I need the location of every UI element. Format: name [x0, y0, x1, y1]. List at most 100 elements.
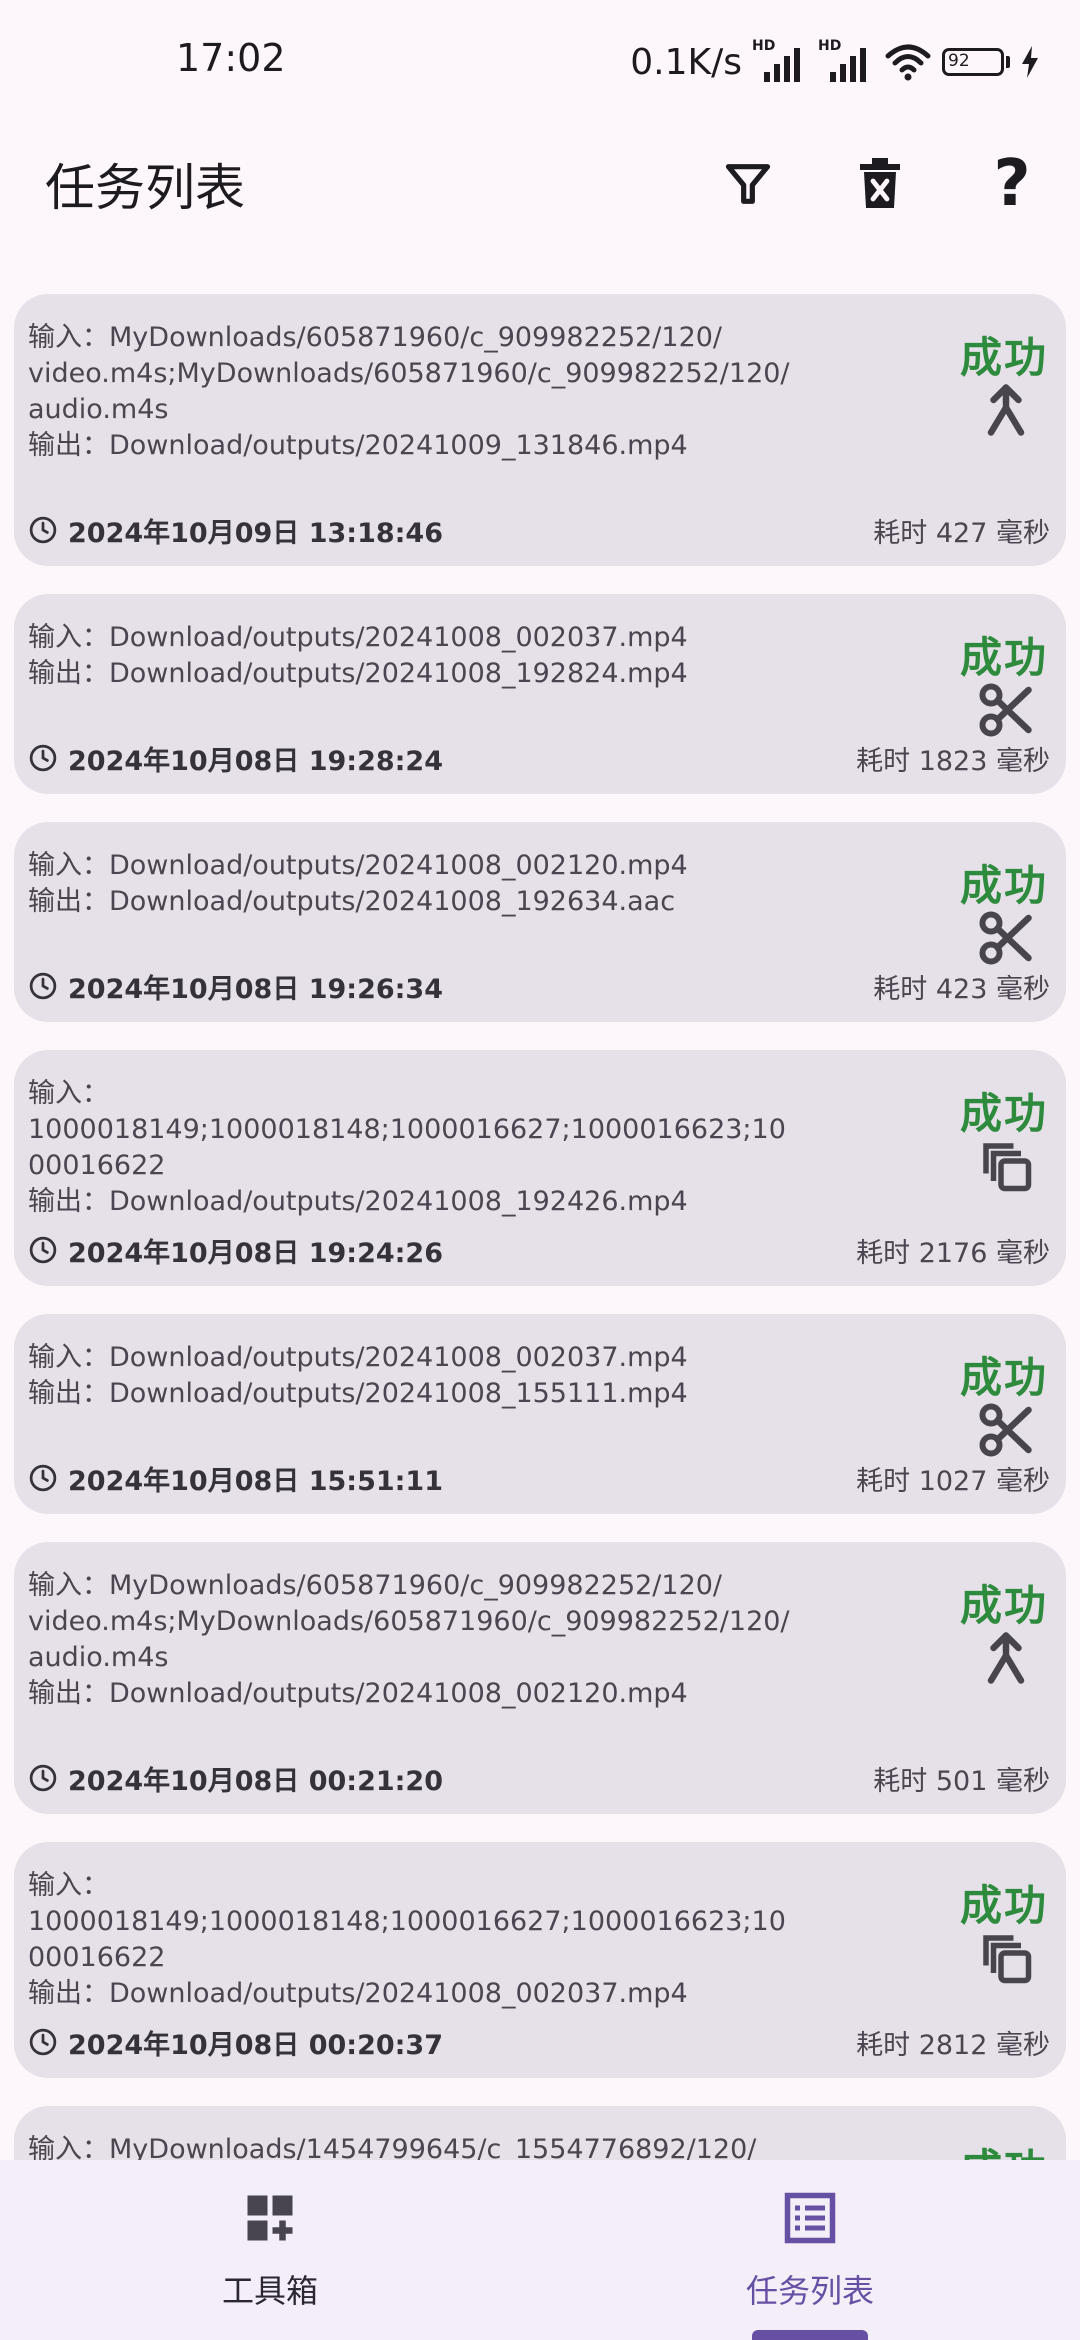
task-status-badge: 成功 [959, 1881, 1048, 1930]
status-bar: 17:02 0.1K/s HD HD 92 [0, 0, 1080, 124]
task-card[interactable]: 输入：Download/outputs/20241008_002037.mp4 输… [14, 594, 1066, 794]
copy-icon [976, 1136, 1036, 1196]
task-duration: 耗时 2812 毫秒 [856, 2029, 1050, 2061]
task-io-text: 输入：1000018149;1000018148;1000016627;1000… [28, 1076, 828, 1220]
clock-icon [29, 2028, 57, 2056]
task-timestamp: 2024年10月08日 19:26:34 [68, 973, 444, 1005]
task-duration: 耗时 1027 毫秒 [856, 1465, 1050, 1497]
task-duration: 耗时 423 毫秒 [873, 973, 1050, 1005]
task-line: video.m4s;MyDownloads/605871960/c_909982… [28, 358, 790, 389]
task-line: 输入：Download/outputs/20241008_002037.mp4 [28, 622, 688, 653]
task-io-text: 输入：1000018149;1000018148;1000016627;1000… [28, 1868, 828, 2012]
wifi-icon [885, 44, 931, 81]
task-line: 输入：Download/outputs/20241008_002037.mp4 [28, 1342, 688, 1373]
nav-label-task-list: 任务列表 [745, 2272, 874, 2310]
task-line: 输入：MyDownloads/605871960/c_909982252/120… [28, 1570, 723, 1601]
task-line: 输出：Download/outputs/20241008_002120.mp4 [28, 1678, 688, 1709]
task-card[interactable]: 输入：MyDownloads/605871960/c_909982252/120… [14, 1542, 1066, 1814]
scissors-icon [976, 908, 1036, 968]
task-card[interactable]: 输入：1000018149;1000018148;1000016627;1000… [14, 1842, 1066, 2078]
task-line: video.m4s;MyDownloads/605871960/c_909982… [28, 1606, 790, 1637]
status-time: 17:02 [176, 36, 286, 80]
delete-all-icon [860, 158, 900, 208]
clock-icon [29, 1236, 57, 1264]
task-line: audio.m4s [28, 394, 169, 425]
filter-icon [725, 164, 771, 204]
nav-label-toolbox: 工具箱 [221, 2272, 318, 2310]
task-line: 输入：MyDownloads/605871960/c_909982252/120… [28, 322, 723, 353]
task-duration: 耗时 2176 毫秒 [856, 1237, 1050, 1269]
task-status-badge: 成功 [959, 633, 1048, 682]
task-line: 输出：Download/outputs/20241008_192824.mp4 [28, 658, 688, 689]
scissors-icon [976, 680, 1036, 740]
copy-icon [976, 1928, 1036, 1988]
task-line: 输入：1000018149;1000018148;1000016627;1000… [28, 1078, 786, 1145]
task-io-text: 输入：MyDownloads/1454799645/c_1554776892/1… [28, 2132, 828, 2160]
clock-icon [29, 1764, 57, 1792]
task-card[interactable]: 输入：MyDownloads/1454799645/c_1554776892/1… [14, 2106, 1066, 2160]
task-timestamp: 2024年10月09日 13:18:46 [68, 517, 444, 549]
help-button[interactable]: ? [976, 148, 1048, 220]
task-card[interactable]: 输入：1000018149;1000018148;1000016627;1000… [14, 1050, 1066, 1286]
nav-item-task-list[interactable]: 任务列表 [660, 2188, 960, 2318]
task-status-badge: 成功 [959, 861, 1048, 910]
task-line: 输入：1000018149;1000018148;1000016627;1000… [28, 1870, 786, 1937]
task-line: 00016622 [28, 1942, 166, 1973]
task-line: 输出：Download/outputs/20241008_192634.aac [28, 886, 676, 917]
network-speed: 0.1K/s [630, 41, 742, 83]
delete-all-button[interactable] [844, 148, 916, 220]
task-duration: 耗时 1823 毫秒 [856, 745, 1050, 777]
task-line: audio.m4s [28, 1642, 169, 1673]
signal-icon: HD [752, 38, 808, 82]
task-line: 输出：Download/outputs/20241009_131846.mp4 [28, 430, 688, 461]
clock-icon [29, 1464, 57, 1492]
app-bar: 任务列表 ? [0, 124, 1080, 236]
task-timestamp: 2024年10月08日 19:28:24 [68, 745, 444, 777]
task-timestamp: 2024年10月08日 19:24:26 [68, 1237, 444, 1269]
task-line: 输出：Download/outputs/20241008_192426.mp4 [28, 1186, 688, 1217]
merge-icon [976, 1628, 1036, 1688]
signal-icon: HD [818, 38, 874, 82]
task-footer: 2024年10月08日 00:20:37 耗时 2812 毫秒 [28, 2024, 1050, 2061]
page-title: 任务列表 [45, 159, 245, 217]
bottom-navigation: 工具箱 任务列表 [0, 2160, 1080, 2340]
task-list-icon [784, 2192, 836, 2244]
task-io-text: 输入：Download/outputs/20241008_002037.mp4 输… [28, 1340, 828, 1412]
active-tab-indicator [752, 2330, 868, 2340]
task-timestamp: 2024年10月08日 00:20:37 [68, 2029, 444, 2061]
task-duration: 耗时 427 毫秒 [873, 517, 1050, 549]
nav-item-toolbox[interactable]: 工具箱 [120, 2188, 420, 2318]
task-footer: 2024年10月08日 15:51:11 耗时 1027 毫秒 [28, 1460, 1050, 1497]
task-line: 输入：MyDownloads/1454799645/c_1554776892/1… [28, 2134, 757, 2160]
task-status-badge: 成功 [959, 1089, 1048, 1138]
battery-icon: 92 [942, 48, 1010, 76]
scissors-icon [976, 1400, 1036, 1460]
task-card[interactable]: 输入：Download/outputs/20241008_002037.mp4 输… [14, 1314, 1066, 1514]
help-icon: ? [993, 147, 1031, 221]
status-indicators: 0.1K/s HD HD 92 [630, 34, 1040, 90]
task-footer: 2024年10月09日 13:18:46 耗时 427 毫秒 [28, 512, 1050, 549]
merge-icon [976, 380, 1036, 440]
task-footer: 2024年10月08日 00:21:20 耗时 501 毫秒 [28, 1760, 1050, 1797]
task-line: 输入：Download/outputs/20241008_002120.mp4 [28, 850, 688, 881]
task-list[interactable]: 输入：MyDownloads/605871960/c_909982252/120… [0, 280, 1080, 2160]
clock-icon [29, 972, 57, 1000]
task-io-text: 输入：Download/outputs/20241008_002120.mp4 输… [28, 848, 828, 920]
task-status-badge: 成功 [959, 333, 1048, 382]
task-footer: 2024年10月08日 19:28:24 耗时 1823 毫秒 [28, 740, 1050, 777]
filter-button[interactable] [712, 148, 784, 220]
task-card[interactable]: 输入：Download/outputs/20241008_002120.mp4 输… [14, 822, 1066, 1022]
toolbox-icon [247, 2195, 293, 2241]
task-status-badge: 成功 [959, 1581, 1048, 1630]
task-line: 输出：Download/outputs/20241008_155111.mp4 [28, 1378, 688, 1409]
task-io-text: 输入：MyDownloads/605871960/c_909982252/120… [28, 320, 828, 464]
task-io-text: 输入：MyDownloads/605871960/c_909982252/120… [28, 1568, 828, 1712]
task-footer: 2024年10月08日 19:24:26 耗时 2176 毫秒 [28, 1232, 1050, 1269]
task-duration: 耗时 501 毫秒 [873, 1765, 1050, 1797]
task-card[interactable]: 输入：MyDownloads/605871960/c_909982252/120… [14, 294, 1066, 566]
task-io-text: 输入：Download/outputs/20241008_002037.mp4 输… [28, 620, 828, 692]
task-line: 00016622 [28, 1150, 166, 1181]
task-line: 输出：Download/outputs/20241008_002037.mp4 [28, 1978, 688, 2009]
task-timestamp: 2024年10月08日 15:51:11 [68, 1465, 444, 1497]
task-status-badge: 成功 [959, 1353, 1048, 1402]
